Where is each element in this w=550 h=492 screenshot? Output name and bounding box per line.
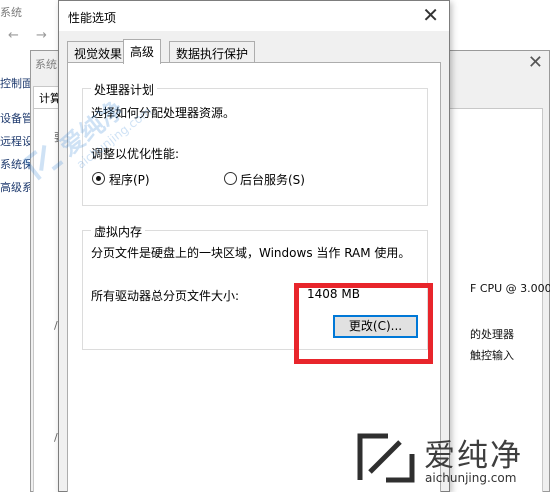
back-arrow-icon[interactable]: ← — [8, 28, 19, 43]
sidebar-item-advanced-system[interactable]: 高级系 — [0, 179, 33, 195]
dialog-title: 性能选项 — [68, 11, 117, 25]
control-panel-title: 系统 — [0, 6, 22, 19]
brand-text: 爱纯净 — [424, 438, 523, 474]
system-properties-title: 系统 — [35, 58, 57, 71]
tab-advanced[interactable]: 高级 — [123, 39, 162, 64]
tab-data-execution-prevention[interactable]: 数据执行保护 — [169, 41, 256, 63]
paging-file-description: 分页文件是硬盘上的一块区域，Windows 当作 RAM 使用。 — [91, 246, 411, 260]
processor-text: 的处理器 — [470, 328, 514, 341]
brand-logo-icon — [355, 431, 417, 485]
close-icon[interactable]: ✕ — [528, 52, 543, 73]
tab-label: 数据执行保护 — [176, 47, 249, 61]
sidebar-item-control-panel[interactable]: 控制面 — [0, 75, 33, 91]
group-title: 虚拟内存 — [91, 223, 146, 240]
tab-label: 视觉效果 — [74, 47, 123, 61]
brand-watermark: 爱纯净 aichunjing.com — [352, 426, 548, 490]
touch-input-text: 触控输入 — [470, 349, 514, 362]
dialog-titlebar: 性能选项 ✕ — [59, 1, 449, 31]
tab-label: 高级 — [130, 45, 155, 59]
sidebar-item-device-manager[interactable]: 设备管 — [0, 110, 33, 126]
background-services-radio[interactable] — [224, 172, 237, 185]
highlight-box — [294, 283, 433, 364]
close-icon[interactable]: ✕ — [422, 5, 439, 25]
radio-label: 后台服务(S) — [240, 173, 305, 187]
forward-arrow-icon[interactable]: → — [36, 28, 47, 43]
nav-buttons: ← → — [0, 28, 60, 50]
tab-visual-effects[interactable]: 视觉效果 — [67, 41, 130, 63]
total-paging-label: 所有驱动器总分页文件大小: — [91, 289, 240, 303]
cpu-info-text: F CPU @ 3.000 — [470, 282, 550, 295]
brand-url: aichunjing.com — [425, 471, 517, 485]
